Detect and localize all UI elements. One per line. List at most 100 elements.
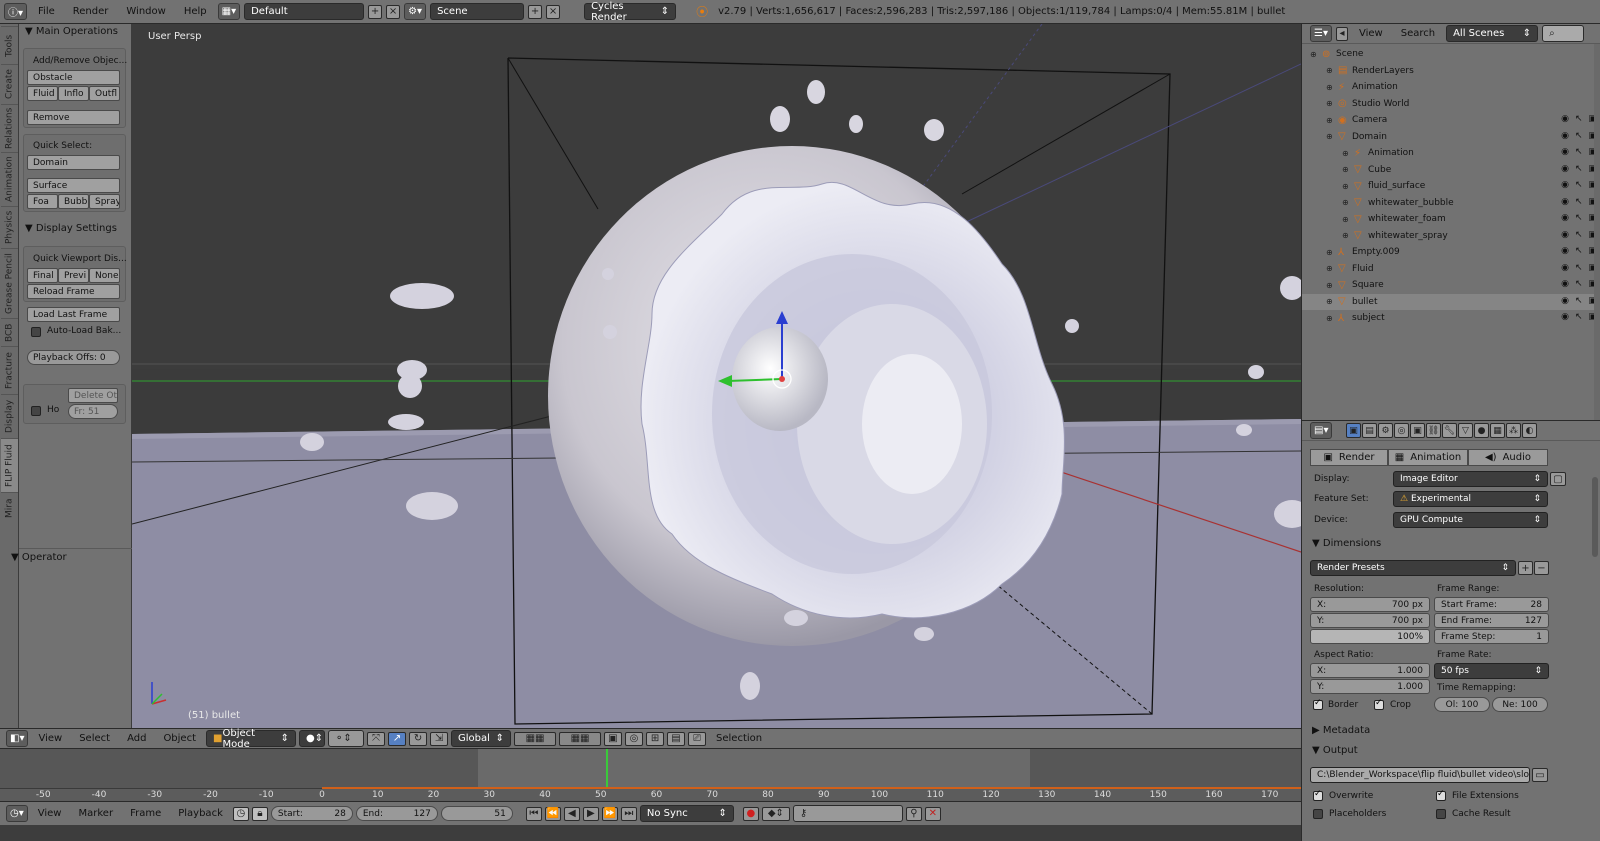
tab-flip-fluid[interactable]: FLIP Fluid xyxy=(1,438,18,492)
delete-other-button[interactable]: Delete Ot xyxy=(68,388,118,403)
expand-toggle-icon[interactable]: ⊕ xyxy=(1326,264,1338,273)
eye-icon[interactable]: ◉ xyxy=(1561,279,1569,289)
cursor-icon[interactable]: ↖ xyxy=(1575,114,1583,124)
manipulator-toggle-icon[interactable]: ⤧ xyxy=(367,731,386,746)
jump-end-icon[interactable]: ⏭ xyxy=(620,806,637,821)
display-settings-header[interactable]: ▼ Display Settings xyxy=(25,223,117,234)
delete-keyframe-icon[interactable]: ✕ xyxy=(924,806,941,821)
outliner-menu-view[interactable]: View xyxy=(1352,28,1390,39)
keying-set-icon[interactable]: ◆⇕ xyxy=(761,806,790,821)
inflow-button[interactable]: Inflo xyxy=(58,86,89,101)
surface-select-button[interactable]: Surface xyxy=(27,178,120,193)
expand-toggle-icon[interactable]: ⊕ xyxy=(1342,149,1354,158)
insert-keyframe-icon[interactable]: ⚲ xyxy=(905,806,922,821)
jump-prev-key-icon[interactable]: ⏪ xyxy=(544,806,561,821)
outliner-row[interactable]: ⊕ ▽ Fluid ◉ ↖ ▣ xyxy=(1302,261,1600,277)
tab-animation[interactable]: Animation xyxy=(1,152,18,206)
expand-toggle-icon[interactable]: ⊕ xyxy=(1326,281,1338,290)
expand-toggle-icon[interactable]: ⊕ xyxy=(1326,314,1338,323)
preview-display-button[interactable]: Previ xyxy=(58,268,89,283)
eye-icon[interactable]: ◉ xyxy=(1561,164,1569,174)
preview-range-icon[interactable]: ◷ xyxy=(232,806,249,821)
eye-icon[interactable]: ◉ xyxy=(1561,296,1569,306)
border-checkbox[interactable]: ✓ xyxy=(1313,698,1323,710)
cursor-icon[interactable]: ↖ xyxy=(1575,164,1583,174)
expand-toggle-icon[interactable]: ⊕ xyxy=(1342,215,1354,224)
eye-icon[interactable]: ◉ xyxy=(1561,263,1569,273)
playback-offset-field[interactable]: Playback Offs: 0 xyxy=(27,350,120,365)
mode-dropdown[interactable]: ■ Object Mode ⇕ xyxy=(206,728,297,750)
end-frame-field[interactable]: End: 127 xyxy=(355,806,438,821)
material-context-icon[interactable]: ● xyxy=(1474,423,1489,438)
cursor-icon[interactable]: ↖ xyxy=(1575,263,1583,273)
outliner-editor-type-button[interactable]: ☰▾ xyxy=(1310,25,1332,42)
eye-icon[interactable]: ◉ xyxy=(1561,180,1569,190)
vp-menu-select[interactable]: Select xyxy=(72,733,117,744)
outliner-row[interactable]: ⊕ ▽ bullet ◉ ↖ ▣ xyxy=(1302,293,1600,310)
expand-toggle-icon[interactable]: ⊕ xyxy=(1326,99,1338,108)
start-frame-field[interactable]: Start: 28 xyxy=(270,806,353,821)
physics-context-icon[interactable]: ◐ xyxy=(1522,423,1537,438)
translate-manipulator-icon[interactable]: ↗ xyxy=(388,731,407,746)
layout-name-field[interactable]: Default xyxy=(244,3,365,20)
end-frame-prop-field[interactable]: End Frame: 127 xyxy=(1434,613,1549,628)
outliner-row[interactable]: ⊕ ▤ RenderLayers xyxy=(1302,63,1600,79)
expand-toggle-icon[interactable]: ⊕ xyxy=(1342,182,1354,191)
time-new-field[interactable]: Ne: 100 xyxy=(1492,697,1548,712)
remove-scene-icon[interactable]: × xyxy=(546,4,561,19)
cursor-icon[interactable]: ↖ xyxy=(1575,279,1583,289)
outflow-button[interactable]: Outfl xyxy=(89,86,120,101)
feature-set-dropdown[interactable]: ⚠ Experimental ⇕ xyxy=(1393,491,1548,507)
tab-fracture[interactable]: Fracture xyxy=(1,346,18,394)
outliner-row[interactable]: ⊕ ⊚ Scene xyxy=(1302,46,1600,62)
expand-toggle-icon[interactable]: ⊕ xyxy=(1326,132,1338,141)
final-display-button[interactable]: Final xyxy=(27,268,58,283)
remove-button[interactable]: Remove xyxy=(27,110,120,125)
tab-grease-pencil[interactable]: Grease Pencil xyxy=(1,248,18,318)
outliner-row[interactable]: ⊕ ▽ whitewater_bubble ◉ ↖ ▣ xyxy=(1302,195,1600,211)
keying-set-field[interactable]: ⚷ xyxy=(792,805,903,822)
domain-select-button[interactable]: Domain xyxy=(27,155,120,170)
eye-icon[interactable]: ◉ xyxy=(1561,131,1569,141)
tab-physics[interactable]: Physics xyxy=(1,206,18,248)
tab-bcb[interactable]: BCB xyxy=(1,318,18,346)
expand-toggle-icon[interactable]: ⊕ xyxy=(1326,83,1338,92)
expand-toggle-icon[interactable]: ⊕ xyxy=(1326,297,1338,306)
properties-editor-type-button[interactable]: ▤▾ xyxy=(1310,422,1333,439)
expand-toggle-icon[interactable]: ⊕ xyxy=(1326,66,1338,75)
menu-render[interactable]: Render xyxy=(66,6,116,17)
eye-icon[interactable]: ◉ xyxy=(1561,246,1569,256)
spray-select-button[interactable]: Spray xyxy=(89,194,120,209)
device-dropdown[interactable]: GPU Compute ⇕ xyxy=(1393,512,1548,528)
play-icon[interactable]: ▶ xyxy=(582,806,599,821)
eye-icon[interactable]: ◉ xyxy=(1561,114,1569,124)
timeline-ruler[interactable]: -50 -40 -30 -20 -10 0 10 20 30 40 50 60 70 80 90 100 110… xyxy=(0,788,1301,802)
cursor-icon[interactable]: ↖ xyxy=(1575,180,1583,190)
modifiers-context-icon[interactable]: 🔧︎ xyxy=(1442,423,1457,438)
layers-context-icon[interactable]: ▤ xyxy=(1362,423,1377,438)
tl-menu-marker[interactable]: Marker xyxy=(71,808,120,819)
outliner-row[interactable]: ⊕ ▽ Domain ◉ ↖ ▣ xyxy=(1302,129,1600,145)
scale-manipulator-icon[interactable]: ⇲ xyxy=(430,731,449,746)
aspect-y-field[interactable]: Y: 1.000 xyxy=(1310,679,1430,694)
eye-icon[interactable]: ◉ xyxy=(1561,230,1569,240)
outliner-row[interactable]: ⊕ ⅄ subject ◉ ↖ ▣ xyxy=(1302,310,1600,326)
object-context-icon[interactable]: ▣ xyxy=(1410,423,1425,438)
eye-icon[interactable]: ◉ xyxy=(1561,312,1569,322)
layers-grid-2-icon[interactable]: ▦▦ xyxy=(559,731,602,746)
render-view-icon[interactable]: ▢ xyxy=(1550,472,1566,486)
tab-display[interactable]: Display xyxy=(1,394,18,438)
transform-orientation-dropdown[interactable]: Global ⇕ xyxy=(451,730,512,747)
none-display-button[interactable]: None xyxy=(89,268,120,283)
crop-checkbox[interactable]: ✓ xyxy=(1374,698,1384,710)
proportional-edit-icon[interactable]: ◎ xyxy=(625,731,644,746)
tl-menu-playback[interactable]: Playback xyxy=(171,808,230,819)
resolution-percent-field[interactable]: 100% xyxy=(1310,629,1430,644)
outliner-row[interactable]: ⊕ ▽ Cube ◉ ↖ ▣ xyxy=(1302,162,1600,178)
outliner-search-input[interactable]: ⌕ xyxy=(1542,25,1585,42)
render-engine-dropdown[interactable]: Cycles Render ⇕ xyxy=(584,1,677,23)
frame-rate-dropdown[interactable]: 50 fps ⇕ xyxy=(1434,663,1549,679)
vp-menu-add[interactable]: Add xyxy=(120,733,153,744)
outliner-row[interactable]: ⊕ ◉ Camera ◉ ↖ ▣ xyxy=(1302,112,1600,128)
main-operations-header[interactable]: ▼ Main Operations xyxy=(25,26,118,37)
